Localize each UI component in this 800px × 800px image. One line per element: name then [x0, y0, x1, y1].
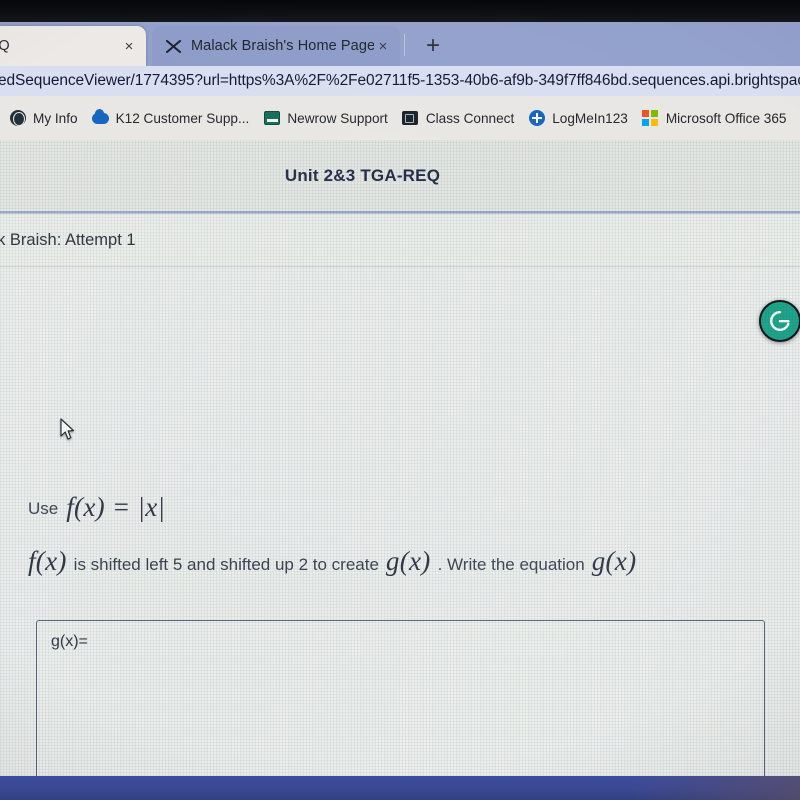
- screen-photo: GA-REQ × Malack Braish's Home Page × + e…: [0, 0, 800, 800]
- globe-icon: [9, 110, 26, 127]
- bookmark-label: LogMeIn123: [552, 110, 628, 126]
- math-expression-fx: f(x) = |x|: [66, 492, 166, 522]
- math-gx-2: g(x): [591, 546, 637, 576]
- url-text: edSequenceViewer/1774395?url=https%3A%2F…: [0, 72, 800, 89]
- tab-title-1: GA-REQ: [0, 38, 10, 54]
- attempt-label: lack Braish: Attempt 1: [0, 230, 136, 249]
- browser-chrome: GA-REQ × Malack Braish's Home Page × + e…: [0, 22, 800, 140]
- bookmark-class-connect[interactable]: Class Connect: [395, 96, 521, 140]
- cloud-icon: [91, 108, 109, 127]
- bookmark-logmein123[interactable]: LogMeIn123: [521, 96, 635, 140]
- bookmark-microsoft-office-365[interactable]: Microsoft Office 365: [635, 96, 794, 140]
- bookmark-outlook[interactable]: M: [793, 96, 800, 140]
- bookmark-label: My Info: [33, 110, 78, 126]
- new-tab-button[interactable]: +: [418, 31, 448, 61]
- answer-prefix-label: g(x)=: [51, 633, 88, 650]
- bookmark-my-info[interactable]: My Info: [2, 96, 85, 140]
- tab-separator: [404, 34, 405, 56]
- screen-icon: [263, 110, 280, 127]
- close-icon[interactable]: ×: [374, 37, 392, 55]
- monitor-bezel: [0, 0, 800, 22]
- grammarly-g-icon[interactable]: [759, 300, 800, 342]
- x-favicon-icon: [164, 37, 182, 55]
- bookmark-k12-customer-support[interactable]: K12 Customer Supp...: [85, 96, 257, 140]
- question-prefix: Use: [28, 499, 59, 518]
- tab-strip: GA-REQ × Malack Braish's Home Page × +: [0, 22, 800, 66]
- question-text-b: . Write the equation: [437, 555, 585, 574]
- math-fx: f(x): [28, 546, 67, 576]
- plus-circle-icon: [528, 110, 545, 127]
- bookmark-label: Newrow Support: [287, 110, 388, 126]
- quiz-page: Unit 2&3 TGA-REQ lack Braish: Attempt 1 …: [0, 140, 800, 776]
- bookmarks-bar: My Info K12 Customer Supp... Newrow Supp…: [0, 96, 800, 140]
- math-gx: g(x): [385, 546, 431, 576]
- browser-tab-inactive[interactable]: Malack Braish's Home Page ×: [152, 26, 400, 66]
- page-title: Unit 2&3 TGA-REQ: [284, 165, 441, 185]
- os-taskbar: [0, 776, 800, 800]
- close-icon[interactable]: ×: [120, 37, 138, 55]
- answer-input-box[interactable]: g(x)=: [36, 620, 765, 776]
- question-line-1: Use f(x) = |x|: [28, 492, 165, 523]
- attempt-bar: lack Braish: Attempt 1: [0, 214, 800, 266]
- microsoft-logo-icon: [642, 110, 659, 127]
- tab-title-2: Malack Braish's Home Page: [191, 38, 374, 54]
- quiz-header: Unit 2&3 TGA-REQ: [0, 140, 800, 211]
- address-bar[interactable]: edSequenceViewer/1774395?url=https%3A%2F…: [0, 66, 800, 96]
- browser-tab-active[interactable]: GA-REQ ×: [0, 26, 146, 66]
- question-line-2: f(x) is shifted left 5 and shifted up 2 …: [28, 546, 636, 577]
- bookmark-label: Class Connect: [425, 110, 515, 126]
- bookmark-label: K12 Customer Supp...: [115, 110, 250, 126]
- question-text-a: is shifted left 5 and shifted up 2 to cr…: [73, 555, 379, 574]
- dark-square-icon: [402, 110, 419, 127]
- bookmark-label: Microsoft Office 365: [665, 110, 787, 126]
- bookmark-newrow-support[interactable]: Newrow Support: [256, 96, 395, 140]
